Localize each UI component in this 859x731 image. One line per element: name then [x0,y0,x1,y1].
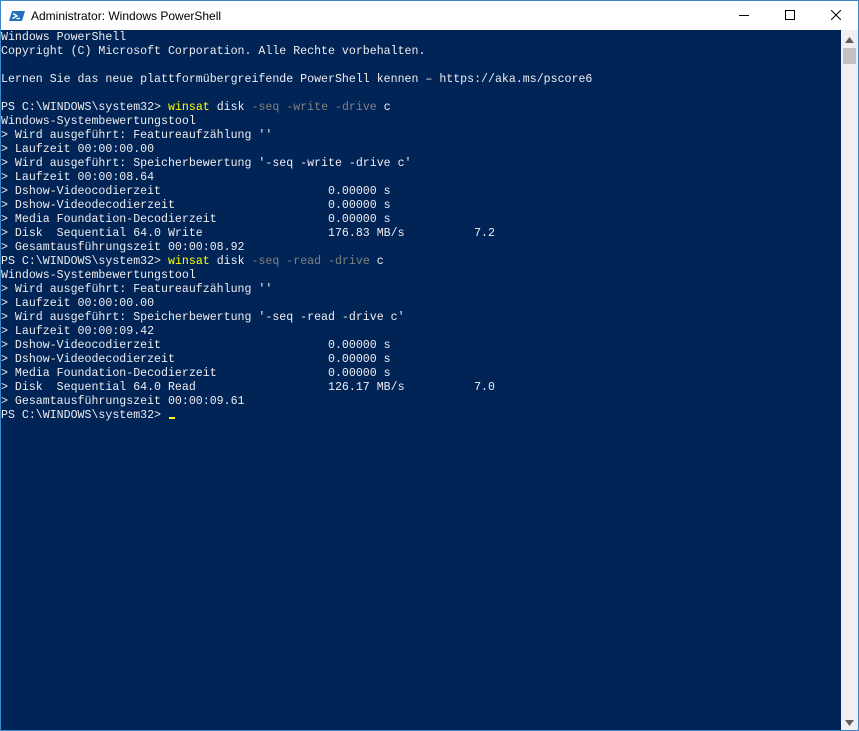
console-line: > Dshow-Videodecodierzeit 0.00000 s [1,353,391,366]
close-icon [830,9,842,23]
console-line: > Media Foundation-Decodierzeit 0.00000 … [1,367,391,380]
command-argument: c [376,101,391,114]
console-line: > Dshow-Videocodierzeit 0.00000 s [1,185,391,198]
console-line: > Wird ausgeführt: Speicherbewertung '-s… [1,311,405,324]
powershell-icon [9,8,25,24]
maximize-button[interactable] [767,1,813,30]
console-line: > Disk Sequential 64.0 Write 176.83 MB/s… [1,227,495,240]
command-argument [328,101,335,114]
command-parameter: -write [286,101,329,114]
console-line: > Wird ausgeführt: Speicherbewertung '-s… [1,157,412,170]
console-line: > Disk Sequential 64.0 Read 126.17 MB/s … [1,381,495,394]
text-cursor [168,417,175,419]
scroll-down-button[interactable] [841,713,858,730]
console-command-line: PS C:\WINDOWS\system32> winsat disk -seq… [1,101,391,115]
console-line: > Laufzeit 00:00:08.64 [1,171,155,184]
console-line: > Wird ausgeführt: Featureaufzählung '' [1,129,273,142]
console-line: Windows-Systembewertungstool [1,269,196,282]
prompt-text: PS C:\WINDOWS\system32> [1,255,168,268]
command-parameter: -drive [328,255,370,268]
scrollbar-thumb[interactable] [843,48,856,64]
console-line: > Laufzeit 00:00:00.00 [1,143,155,156]
minimize-button[interactable] [721,1,767,30]
console-line: Windows PowerShell [1,31,127,44]
prompt-text: PS C:\WINDOWS\system32> [1,101,168,114]
command-name: winsat [167,101,210,114]
command-parameter: -seq [251,101,280,114]
prompt-text: PS C:\WINDOWS\system32> [1,409,168,422]
console-line: Lernen Sie das neue plattformübergreifen… [1,73,593,86]
console-line: > Wird ausgeführt: Featureaufzählung '' [1,283,273,296]
minimize-icon [739,9,749,23]
command-argument: disk [209,101,252,114]
title-bar[interactable]: Administrator: Windows PowerShell [1,1,858,30]
console-command-line: PS C:\WINDOWS\system32> winsat disk -seq… [1,255,384,269]
window-title: Administrator: Windows PowerShell [31,9,222,23]
chevron-up-icon [845,30,854,48]
console-line: > Dshow-Videocodierzeit 0.00000 s [1,339,391,352]
console-line: > Dshow-Videodecodierzeit 0.00000 s [1,199,391,212]
console-line: > Media Foundation-Decodierzeit 0.00000 … [1,213,391,226]
command-parameter: -read [286,255,322,268]
command-parameter: -drive [335,101,377,114]
command-argument: c [369,255,384,268]
vertical-scrollbar[interactable] [841,30,858,730]
console-line: > Laufzeit 00:00:00.00 [1,297,155,310]
console-line: > Laufzeit 00:00:09.42 [1,325,155,338]
powershell-window: Administrator: Windows PowerShell Window… [0,0,859,731]
command-name: winsat [167,255,210,268]
close-button[interactable] [813,1,858,30]
console-output[interactable]: Windows PowerShell Copyright (C) Microsof… [1,30,841,730]
command-parameter: -seq [251,255,280,268]
maximize-icon [785,9,795,23]
console-line: > Gesamtausführungszeit 00:00:08.92 [1,241,245,254]
console-prompt-line: PS C:\WINDOWS\system32> [1,409,175,423]
command-argument: disk [209,255,252,268]
chevron-down-icon [845,713,854,731]
console-line: Windows-Systembewertungstool [1,115,196,128]
console-line: Copyright (C) Microsoft Corporation. All… [1,45,426,58]
console-line: > Gesamtausführungszeit 00:00:09.61 [1,395,245,408]
scroll-up-button[interactable] [841,30,858,47]
